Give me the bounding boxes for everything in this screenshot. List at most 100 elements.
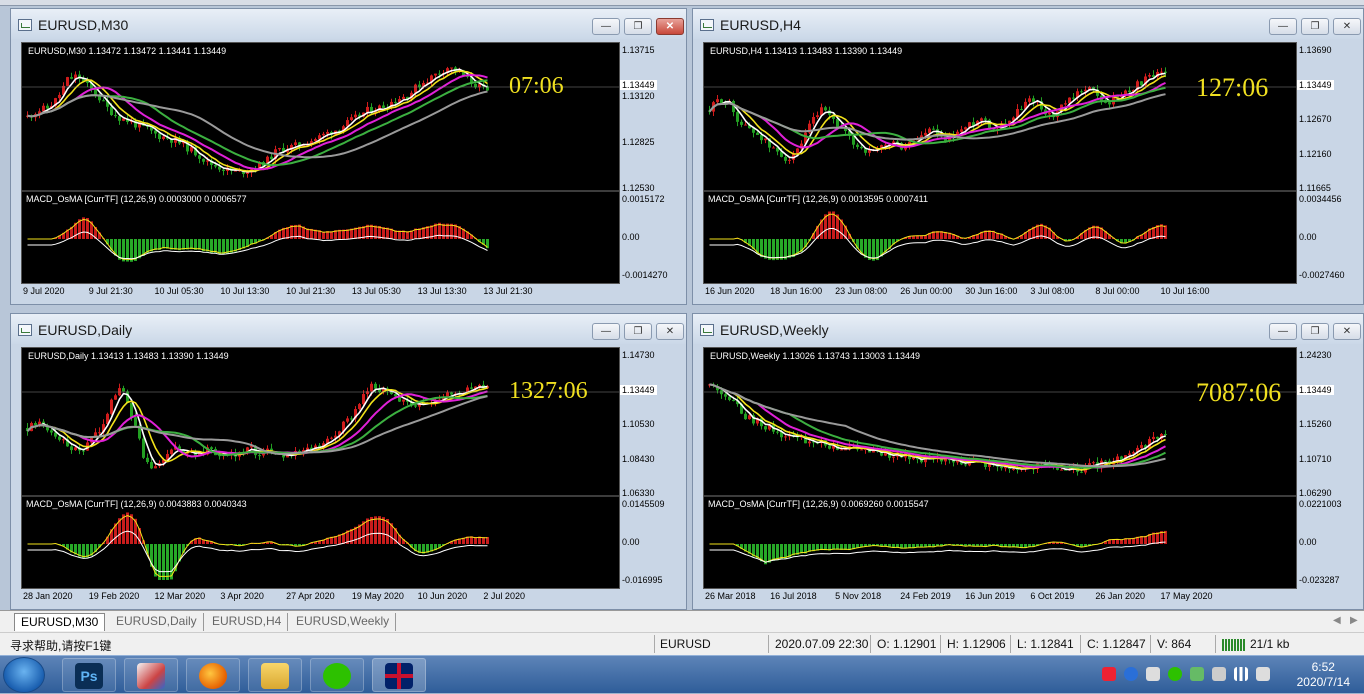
- system-tray: 6:522020/7/14: [1084, 656, 1364, 694]
- macd-histogram-bar: [800, 544, 803, 553]
- current-price-tag: 1.13449: [1297, 80, 1334, 90]
- taskbar-wechat[interactable]: [310, 658, 364, 692]
- time-axis-label: 6 Oct 2019: [1030, 591, 1074, 601]
- keyboard-icon[interactable]: [1146, 667, 1160, 681]
- candlestick: [1148, 437, 1151, 449]
- ohlc-label: EURUSD,Weekly 1.13026 1.13743 1.13003 1.…: [710, 351, 920, 361]
- candlestick: [382, 102, 385, 108]
- clock-date: 2020/7/14: [1297, 675, 1350, 690]
- candlestick: [1092, 461, 1095, 465]
- candlestick: [118, 384, 121, 397]
- usb-icon[interactable]: [1212, 667, 1226, 681]
- start-orb-icon[interactable]: [3, 657, 45, 693]
- time-axis-label: 9 Jul 21:30: [89, 286, 133, 296]
- tab-eurusd-daily[interactable]: EURUSD,Daily: [110, 613, 204, 631]
- security-icon[interactable]: [1190, 667, 1204, 681]
- close-button[interactable]: ✕: [1333, 18, 1361, 35]
- candlestick: [1028, 96, 1031, 105]
- time-axis-label: 17 May 2020: [1160, 591, 1212, 601]
- current-price-tag: 1.13449: [1297, 385, 1334, 395]
- candlestick: [716, 95, 719, 103]
- tab-eurusd-weekly[interactable]: EURUSD,Weekly: [290, 613, 396, 631]
- minimize-button[interactable]: —: [592, 18, 620, 35]
- paint-icon: [137, 663, 165, 689]
- price-chart: EURUSD,H4 1.13413 1.13483 1.13390 1.1344…: [703, 42, 1297, 284]
- chart-window-icon: [700, 19, 714, 31]
- candlestick: [808, 120, 811, 134]
- close-button[interactable]: ✕: [1333, 323, 1361, 340]
- tab-eurusd-m30[interactable]: EURUSD,M30: [14, 613, 105, 631]
- macd-histogram-bar: [190, 239, 193, 249]
- status-divider: [1215, 635, 1216, 653]
- volume-muted-icon[interactable]: [1256, 667, 1270, 681]
- macd-histogram-bar: [82, 217, 85, 239]
- taskbar-metatrader[interactable]: [372, 658, 426, 692]
- candlestick: [198, 155, 201, 164]
- macd-histogram-bar: [158, 544, 161, 580]
- close-button[interactable]: ✕: [656, 18, 684, 35]
- tab-scroll-left-icon[interactable]: ◀: [1333, 615, 1341, 626]
- maximize-button[interactable]: ❐: [624, 18, 652, 35]
- system-clock[interactable]: 6:522020/7/14: [1297, 660, 1350, 690]
- candlestick: [102, 98, 105, 101]
- candlestick: [86, 440, 89, 451]
- current-price-tag: 1.13449: [620, 80, 657, 90]
- time-axis-label: 13 Jul 05:30: [352, 286, 401, 296]
- candlestick: [330, 437, 333, 440]
- time-axis-label: 19 Feb 2020: [89, 591, 140, 601]
- maximize-button[interactable]: ❐: [1301, 323, 1329, 340]
- bar-countdown-timer: 07:06: [509, 73, 564, 100]
- window-titlebar: EURUSD,Daily—❐✕: [11, 314, 686, 344]
- window-titlebar: EURUSD,H4—❐✕: [693, 9, 1363, 39]
- minimize-button[interactable]: —: [592, 323, 620, 340]
- sogou-ime-icon[interactable]: [1102, 667, 1116, 681]
- maximize-button[interactable]: ❐: [624, 323, 652, 340]
- candlestick: [868, 146, 871, 157]
- minimize-button[interactable]: —: [1269, 323, 1297, 340]
- time-axis-label: 9 Jul 2020: [23, 286, 65, 296]
- macd-histogram-bar: [214, 239, 217, 253]
- time-axis-label: 10 Jul 05:30: [155, 286, 204, 296]
- time-axis-label: 10 Jul 13:30: [220, 286, 269, 296]
- macd-histogram-bar: [780, 239, 783, 260]
- status-divider: [768, 635, 769, 653]
- close-button[interactable]: ✕: [656, 323, 684, 340]
- tab-scroll-right-icon[interactable]: ▶: [1350, 615, 1358, 626]
- tab-eurusd-h4[interactable]: EURUSD,H4: [206, 613, 288, 631]
- taskbar-file-explorer[interactable]: [248, 658, 302, 692]
- time-axis-label: 16 Jun 2019: [965, 591, 1015, 601]
- macd-indicator-label: MACD_OsMA [CurrTF] (12,26,9) 0.0069260 0…: [708, 499, 929, 509]
- status-divider: [940, 635, 941, 653]
- macd-histogram-bar: [442, 224, 445, 239]
- candlestick: [1152, 432, 1155, 443]
- candlestick: [102, 419, 105, 437]
- time-axis-label: 3 Apr 2020: [220, 591, 264, 601]
- help-icon[interactable]: [1124, 667, 1138, 681]
- candlestick: [764, 426, 767, 432]
- time-axis-label: 26 Mar 2018: [705, 591, 756, 601]
- chart-window-daily[interactable]: EURUSD,Daily—❐✕EURUSD,Daily 1.13413 1.13…: [10, 313, 687, 610]
- chart-window-h4[interactable]: EURUSD,H4—❐✕EURUSD,H4 1.13413 1.13483 1.…: [692, 8, 1364, 305]
- taskbar-photoshop[interactable]: Ps: [62, 658, 116, 692]
- minimize-button[interactable]: —: [1269, 18, 1297, 35]
- wechat-tray-icon[interactable]: [1168, 667, 1182, 681]
- macd-histogram-bar: [206, 239, 209, 251]
- macd-indicator-label: MACD_OsMA [CurrTF] (12,26,9) 0.0043883 0…: [26, 499, 247, 509]
- price-axis-label: 1.13715: [622, 45, 655, 55]
- chart-window-weekly[interactable]: EURUSD,Weekly—❐✕EURUSD,Weekly 1.13026 1.…: [692, 313, 1364, 610]
- candlestick: [430, 75, 433, 86]
- taskbar-paint[interactable]: [124, 658, 178, 692]
- candlestick: [402, 399, 405, 405]
- macd-histogram-bar: [378, 516, 381, 544]
- maximize-button[interactable]: ❐: [1301, 18, 1329, 35]
- candlestick: [202, 158, 205, 164]
- network-icon[interactable]: [1234, 667, 1248, 681]
- connection-bars-icon: [1222, 639, 1246, 651]
- macd-axis-label: 0.00: [622, 232, 640, 242]
- macd-histogram-bar: [832, 211, 835, 239]
- macd-histogram-bar: [198, 239, 201, 250]
- candlestick: [122, 386, 125, 392]
- chart-window-m30[interactable]: EURUSD,M30—❐✕EURUSD,M30 1.13472 1.13472 …: [10, 8, 687, 305]
- taskbar-firefox[interactable]: [186, 658, 240, 692]
- macd-axis-label: 0.00: [1299, 537, 1317, 547]
